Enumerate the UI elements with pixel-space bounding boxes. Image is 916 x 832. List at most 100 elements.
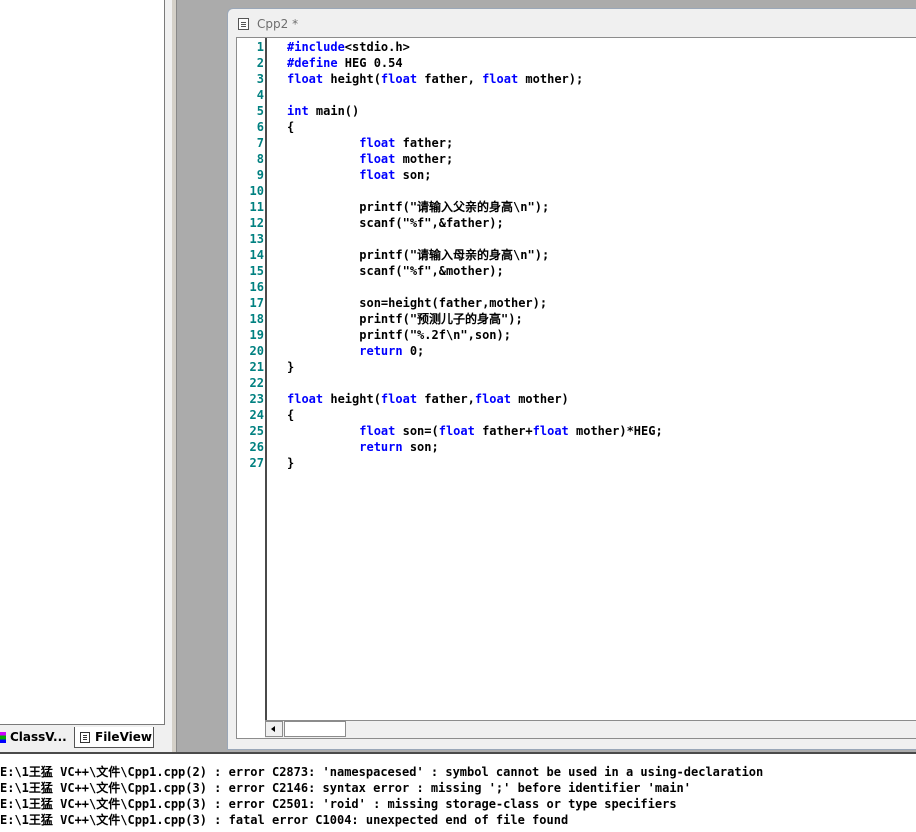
code-keyword: float (380, 72, 418, 86)
code-text: printf("请输入父亲的身高\n"); (359, 200, 550, 214)
build-output-pane[interactable]: E:\1王猛 VC++\文件\Cpp1.cpp(2) : error C2873… (0, 752, 916, 832)
code-text: mother) (510, 392, 569, 406)
line-number: 12 (249, 216, 264, 230)
line-number: 26 (249, 440, 264, 454)
code-line: float son=(float father+float mother)*HE… (287, 423, 916, 439)
code-keyword: #include (287, 40, 345, 54)
code-line: printf("预测儿子的身高"); (287, 311, 916, 327)
code-line: son=height(father,mother); (287, 295, 916, 311)
code-text: <stdio.h> (344, 40, 410, 54)
code-line: float mother; (287, 151, 916, 167)
code-line: return son; (287, 439, 916, 455)
code-text: main() (308, 104, 360, 118)
code-text: printf("请输入母亲的身高\n"); (359, 248, 550, 262)
line-number: 9 (256, 168, 264, 182)
code-keyword: float (482, 72, 519, 86)
code-keyword: float (532, 424, 569, 438)
code-keyword: float (380, 392, 418, 406)
line-number: 16 (249, 280, 264, 294)
code-line: #define HEG 0.54 (287, 55, 916, 71)
code-line: printf("请输入母亲的身高\n"); (287, 247, 916, 263)
code-line: scanf("%f",&mother); (287, 263, 916, 279)
editor-titlebar[interactable]: Cpp2 * (228, 9, 916, 37)
output-line[interactable]: E:\1王猛 VC++\文件\Cpp1.cpp(2) : error C2873… (0, 764, 763, 780)
line-number: 3 (256, 72, 264, 86)
code-keyword: float (287, 392, 324, 406)
code-line: float father; (287, 135, 916, 151)
code-keyword: return (359, 440, 403, 454)
code-line: { (287, 407, 916, 423)
line-number: 5 (256, 104, 264, 118)
code-text: } (287, 456, 295, 470)
line-number: 8 (256, 152, 264, 166)
line-number: 21 (249, 360, 264, 374)
workspace-tabs: ClassV... FileView (0, 727, 172, 749)
code-editor[interactable]: 1 2 3 4 5 6 7 8 9 10 11 12 13 14 15 16 17 18 19 20 21 22 23 24 2… (236, 37, 916, 739)
line-number: 15 (249, 264, 264, 278)
workspace-tree[interactable] (0, 0, 165, 725)
line-number: 18 (249, 312, 264, 326)
document-icon (238, 18, 249, 30)
code-text: mother; (395, 152, 454, 166)
classview-icon (0, 732, 6, 743)
editor-window: Cpp2 * 1 2 3 4 5 6 7 8 9 10 11 12 13 14 15 16 17 18 19 20 21… (227, 8, 916, 750)
code-keyword: return (359, 344, 403, 358)
code-text: mother)*HEG; (568, 424, 663, 438)
scroll-left-arrow-icon[interactable] (265, 721, 283, 737)
line-number: 10 (249, 184, 264, 198)
line-number: 11 (249, 200, 264, 214)
code-lines[interactable]: #include<stdio.h> #define HEG 0.54 float h… (287, 39, 916, 471)
tab-fileview[interactable]: FileView (74, 727, 154, 748)
line-number: 1 (256, 40, 264, 54)
line-number: 6 (256, 120, 264, 134)
code-keyword: float (359, 152, 396, 166)
code-text: father, (417, 72, 483, 86)
horizontal-scrollbar[interactable] (265, 720, 916, 738)
scroll-thumb[interactable] (284, 721, 346, 737)
line-number: 24 (249, 408, 264, 422)
code-text: father+ (474, 424, 533, 438)
code-line: printf("请输入父亲的身高\n"); (287, 199, 916, 215)
code-line: float son; (287, 167, 916, 183)
mdi-area: Cpp2 * 1 2 3 4 5 6 7 8 9 10 11 12 13 14 15 16 17 18 19 20 21… (177, 0, 916, 752)
editor-title: Cpp2 * (257, 17, 299, 31)
code-text: height( (323, 72, 381, 86)
line-number: 17 (249, 296, 264, 310)
code-keyword: float (287, 72, 324, 86)
code-keyword: float (359, 168, 396, 182)
code-text: father, (417, 392, 475, 406)
output-line[interactable]: E:\1王猛 VC++\文件\Cpp1.cpp(3) : error C2146… (0, 780, 763, 796)
code-keyword: float (474, 392, 511, 406)
tab-classview[interactable]: ClassV... (0, 727, 72, 748)
code-line: int main() (287, 103, 916, 119)
code-keyword: int (287, 104, 309, 118)
tab-fileview-label: FileView (95, 730, 152, 744)
line-number: 22 (249, 376, 264, 390)
code-keyword: float (438, 424, 475, 438)
code-text: son=( (395, 424, 439, 438)
code-line: return 0; (287, 343, 916, 359)
code-text: height( (323, 392, 381, 406)
tab-classview-label: ClassV... (10, 730, 67, 744)
line-numbers: 1 2 3 4 5 6 7 8 9 10 11 12 13 14 15 16 17 18 19 20 21 22 23 24 2… (237, 39, 264, 471)
code-text: mother); (518, 72, 584, 86)
output-lines: E:\1王猛 VC++\文件\Cpp1.cpp(2) : error C2873… (0, 764, 763, 828)
output-line[interactable]: E:\1王猛 VC++\文件\Cpp1.cpp(3) : fatal error… (0, 812, 763, 828)
line-number: 27 (249, 456, 264, 470)
line-number: 2 (256, 56, 264, 70)
code-text: } (287, 360, 295, 374)
code-text: father; (395, 136, 454, 150)
code-text: son=height(father,mother); (359, 296, 548, 310)
code-line: printf("%.2f\n",son); (287, 327, 916, 343)
code-keyword: #define (287, 56, 338, 70)
output-line[interactable]: E:\1王猛 VC++\文件\Cpp1.cpp(3) : error C2501… (0, 796, 763, 812)
